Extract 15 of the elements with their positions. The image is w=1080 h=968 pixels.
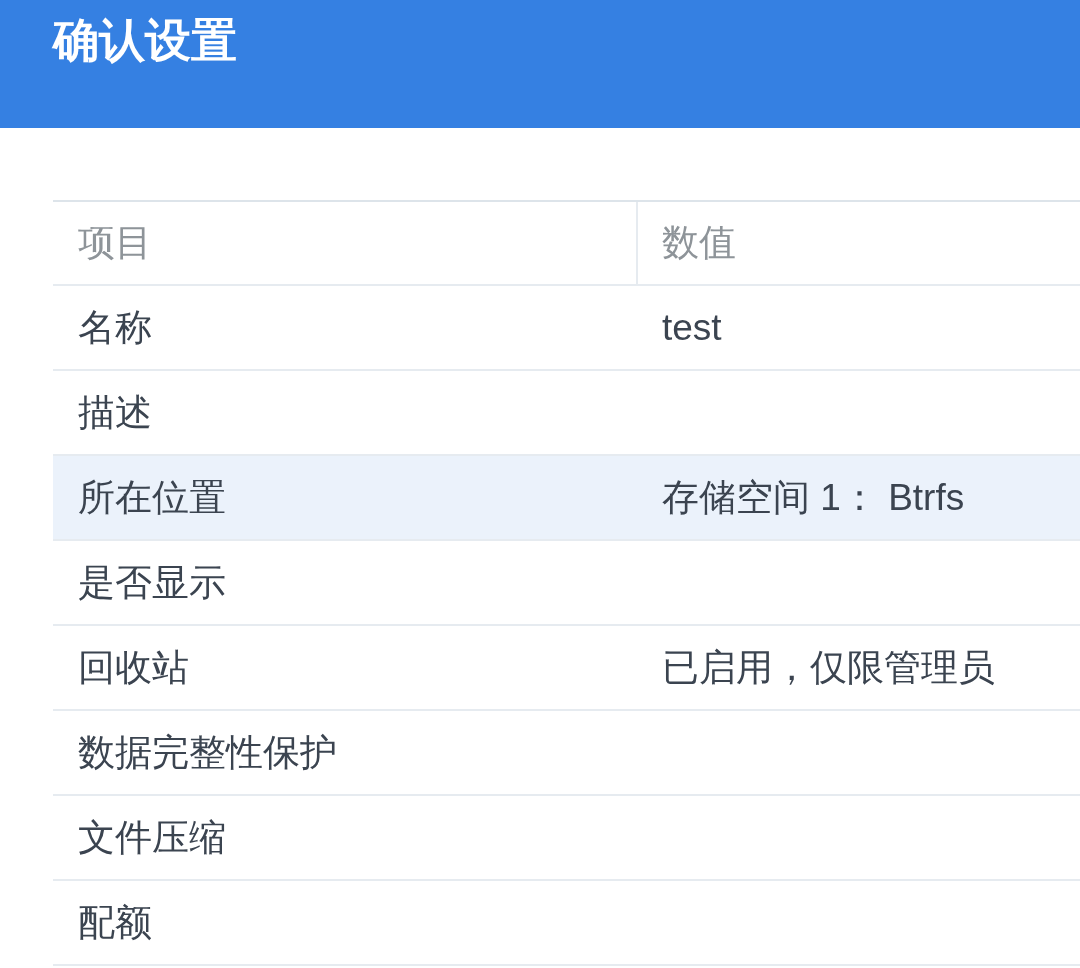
table-cell: 已启用，仅限管理员 (662, 645, 995, 690)
table-cell: 名称 (78, 305, 152, 350)
table-cell: 文件压缩 (78, 815, 226, 860)
table-cell: 所在位置 (78, 475, 226, 520)
table-cell: 配额 (78, 900, 152, 945)
table-cell: 回收站 (78, 645, 189, 690)
table-cell: 描述 (78, 390, 152, 435)
page-title: 确认设置 (53, 13, 238, 68)
table-row[interactable]: 所在位置 存储空间 1： Btrfs (53, 456, 1080, 541)
table-cell: 数据完整性保护 (78, 730, 337, 775)
table-cell: 存储空间 1： Btrfs (662, 475, 965, 520)
table-cell: 是否显示 (78, 560, 226, 605)
column-header: 数值 (662, 221, 736, 265)
column-header: 项目 (78, 221, 152, 265)
table-cell: test (662, 305, 722, 350)
